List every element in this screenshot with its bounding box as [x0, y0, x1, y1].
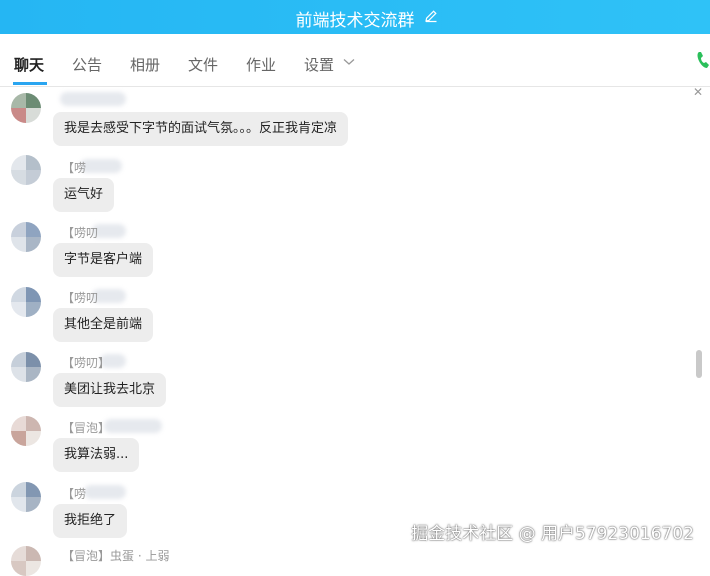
message-bubble: 我是去感受下字节的面试气氛。。。反正我肯定凉: [53, 112, 349, 146]
avatar[interactable]: [11, 416, 41, 446]
tab-files[interactable]: 文件: [188, 54, 218, 75]
message-bubble: 美团让我去北京: [53, 373, 167, 407]
tab-announcements[interactable]: 公告: [72, 54, 102, 75]
blurred-name: [104, 419, 162, 433]
avatar[interactable]: [11, 287, 41, 317]
message-bubble: 我拒绝了: [53, 504, 128, 538]
tab-chat[interactable]: 聊天: [14, 54, 44, 75]
group-title: 前端技术交流群: [295, 11, 415, 31]
message-sender: 【冒泡】: [62, 421, 111, 435]
message-sender: 【冒泡】虫蛋 · 上弱: [62, 549, 170, 563]
tab-bar: 聊天 公告 相册 文件 作业 设置: [0, 34, 710, 87]
window-titlebar: 前端技术交流群: [0, 0, 710, 34]
avatar[interactable]: [11, 155, 41, 185]
blurred-name: [80, 159, 122, 173]
message-bubble: 其他全是前端: [53, 308, 154, 342]
blurred-name: [84, 485, 126, 499]
watermark: 掘金技术社区 @ 用户57923016702: [411, 524, 694, 544]
avatar[interactable]: [11, 93, 41, 123]
message-bubble: 运气好: [53, 178, 115, 212]
tab-album[interactable]: 相册: [130, 54, 160, 75]
avatar[interactable]: [11, 546, 41, 576]
tab-settings[interactable]: 设置: [304, 54, 334, 75]
avatar[interactable]: [11, 482, 41, 512]
phone-icon[interactable]: [696, 50, 710, 70]
avatar[interactable]: [11, 222, 41, 252]
avatar[interactable]: [11, 352, 41, 382]
message-sender: 【唠叨】: [62, 356, 111, 370]
message-sender: 【唠: [62, 487, 87, 501]
scrollbar-thumb[interactable]: [696, 350, 702, 378]
message-bubble: 我算法弱...: [53, 438, 140, 472]
close-icon[interactable]: ✕: [693, 85, 703, 99]
blurred-name: [60, 92, 126, 106]
message-sender: 【唠叨: [62, 226, 99, 240]
active-tab-indicator: [13, 82, 47, 85]
message-sender: 【唠叨: [62, 291, 99, 305]
chevron-down-icon[interactable]: [343, 58, 355, 66]
message-bubble: 字节是客户端: [53, 243, 154, 277]
edit-icon[interactable]: [424, 9, 438, 23]
message-sender: 【唠: [62, 161, 87, 175]
tab-homework[interactable]: 作业: [246, 54, 276, 75]
